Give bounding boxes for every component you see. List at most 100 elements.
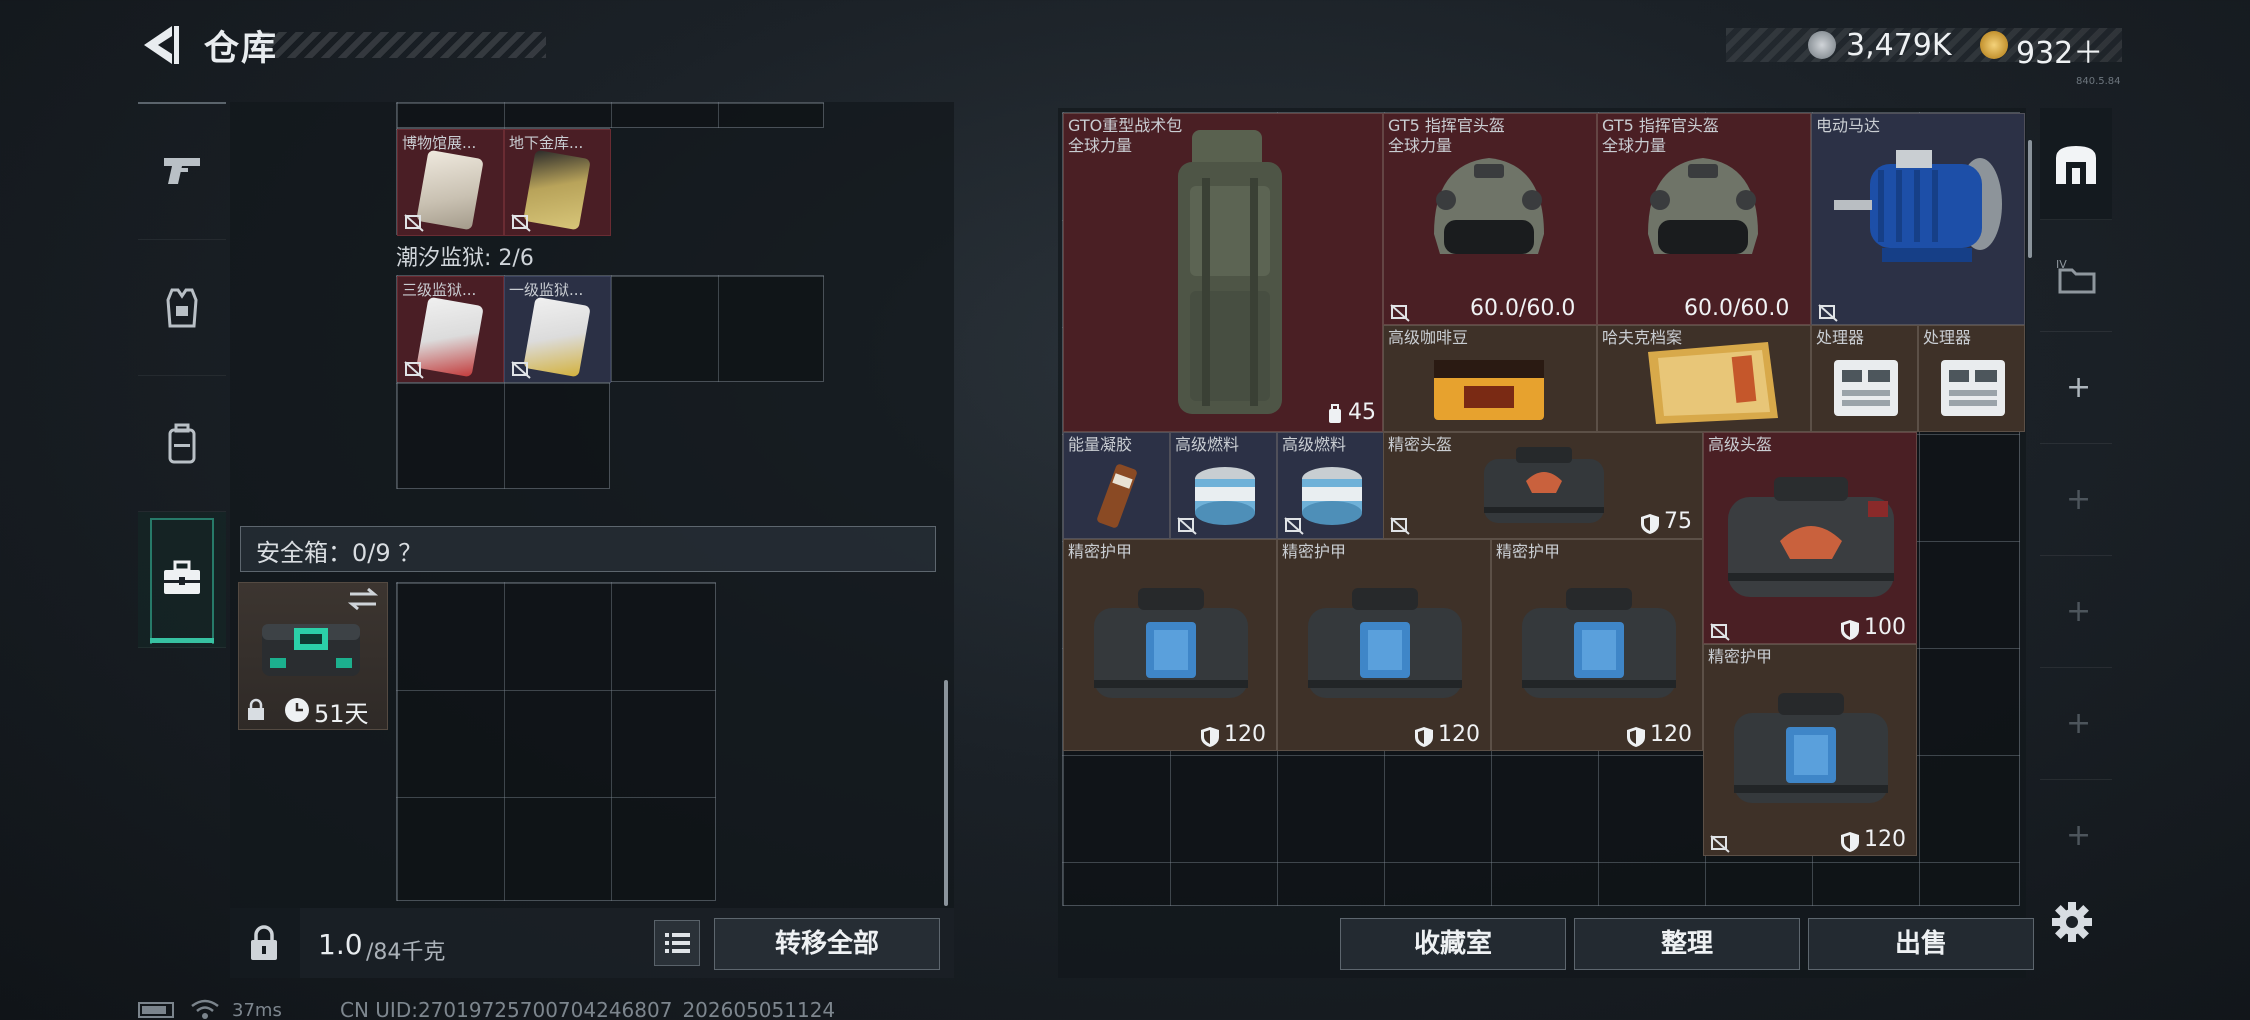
item-coffee-beans[interactable]: 高级咖啡豆 <box>1383 325 1597 432</box>
left-panel-scrollbar[interactable] <box>944 680 948 906</box>
tab-add-4[interactable]: + <box>2040 668 2112 780</box>
keycard-image <box>416 296 484 378</box>
armor-vest-image <box>1308 588 1462 698</box>
item-label: 处理器 <box>1816 328 1865 347</box>
item-haavk-archive[interactable]: 哈夫克档案 <box>1597 325 1811 432</box>
item-durability: 120 <box>1438 722 1480 747</box>
storage-scrollbar[interactable] <box>2028 140 2032 258</box>
folder-icon: IV <box>2056 258 2096 294</box>
coffee-bag-image <box>1434 360 1544 420</box>
shield-icon <box>1641 514 1659 534</box>
item-label: 精密护甲 <box>1068 542 1133 561</box>
item-precision-armor[interactable]: 精密护甲 120 <box>1491 539 1703 751</box>
list-icon <box>665 933 690 953</box>
transfer-all-button[interactable]: 转移全部 <box>714 918 940 970</box>
gold-currency-value[interactable]: 932＋ <box>2016 28 2103 72</box>
item-processor[interactable]: 处理器 <box>1811 325 1918 432</box>
inventory-grid-partial <box>396 102 824 128</box>
document-folder-image <box>1648 342 1778 424</box>
clock-icon <box>285 698 309 722</box>
warehouse-icon <box>2056 146 2096 184</box>
processor-image <box>1834 360 1898 416</box>
safe-box-capacity[interactable]: 安全箱：0/9 ？ <box>256 533 422 568</box>
tab-backpack[interactable] <box>138 376 226 512</box>
swap-icon[interactable] <box>346 586 380 612</box>
safe-box-image <box>262 624 360 676</box>
item-processor[interactable]: 处理器 <box>1918 325 2025 432</box>
keycard-item-museum[interactable]: 博物馆展... <box>397 129 504 236</box>
item-durability: 100 <box>1864 615 1906 640</box>
item-precision-helmet[interactable]: 精密头盔 75 <box>1383 432 1703 539</box>
storage-page-tabs: IV + + + + + <box>2040 108 2112 888</box>
pistol-icon <box>164 158 200 184</box>
no-trade-icon <box>1390 304 1410 322</box>
keycard-item-vault[interactable]: 地下金库... <box>504 129 611 236</box>
keycard-item-prison-1[interactable]: 一级监狱... <box>504 276 611 383</box>
tab-equipment[interactable] <box>138 240 226 376</box>
shield-icon <box>1201 727 1219 747</box>
vest-icon <box>166 288 198 328</box>
tab-add-3[interactable]: + <box>2040 556 2112 668</box>
storage-grid: GTO重型战术包 全球力量 45 GT5 指挥官头盔 全球力量 60.0/60.0 … <box>1062 112 2025 906</box>
organize-button[interactable]: 整理 <box>1574 918 1800 970</box>
no-trade-icon <box>1710 623 1730 641</box>
no-trade-icon <box>404 361 424 379</box>
fuel-can-image <box>1302 467 1362 525</box>
motor-image <box>1834 150 2002 262</box>
wifi-icon <box>191 999 219 1019</box>
armored-bag-image <box>1728 477 1894 597</box>
keycard-image <box>523 149 591 231</box>
safe-box-grid <box>396 582 716 901</box>
tab-weapons[interactable] <box>138 104 226 240</box>
no-trade-icon <box>1390 517 1410 535</box>
item-label: 博物馆展... <box>402 134 477 152</box>
item-electric-motor[interactable]: 电动马达 <box>1811 113 2025 325</box>
no-trade-icon <box>1177 517 1197 535</box>
item-precision-armor[interactable]: 精密护甲 120 <box>1277 539 1491 751</box>
item-label: 三级监狱... <box>402 281 477 299</box>
item-helmet-gt5[interactable]: GT5 指挥官头盔 全球力量 60.0/60.0 <box>1597 113 1811 325</box>
gold-coin-icon[interactable] <box>1980 31 2008 59</box>
armor-vest-image <box>1522 588 1676 698</box>
item-energy-gel[interactable]: 能量凝胶 <box>1063 432 1170 539</box>
tab-add-5[interactable]: + <box>2040 780 2112 892</box>
item-durability: 60.0/60.0 <box>1684 296 1790 321</box>
no-trade-icon <box>1710 835 1730 853</box>
back-button[interactable] <box>138 22 182 68</box>
shield-icon <box>1627 727 1645 747</box>
toolbox-icon <box>164 560 200 594</box>
tab-storage-2[interactable]: IV <box>2040 220 2112 332</box>
item-durability: 60.0/60.0 <box>1470 296 1576 321</box>
fuel-can-image <box>1195 467 1255 525</box>
helmet-image <box>1648 158 1758 254</box>
item-premium-fuel[interactable]: 高级燃料 <box>1170 432 1277 539</box>
safe-box-remaining-days: 51天 <box>314 700 369 728</box>
ping-value: 37ms <box>232 1000 282 1020</box>
backpack-mini-icon <box>1329 404 1341 423</box>
item-backpack-gto[interactable]: GTO重型战术包 全球力量 45 <box>1063 113 1383 432</box>
item-capacity: 45 <box>1348 400 1376 425</box>
item-precision-armor[interactable]: 精密护甲 120 <box>1063 539 1277 751</box>
tab-add-1[interactable]: + <box>2040 332 2112 444</box>
item-durability: 120 <box>1864 827 1906 852</box>
item-label: 一级监狱... <box>509 281 584 299</box>
tab-safe-box[interactable] <box>138 512 226 648</box>
collection-room-button[interactable]: 收藏室 <box>1340 918 1566 970</box>
tab-storage-main[interactable] <box>2040 108 2112 220</box>
keycard-item-prison-3[interactable]: 三级监狱... <box>397 276 504 383</box>
sell-button[interactable]: 出售 <box>1808 918 2034 970</box>
gear-icon[interactable] <box>2050 900 2094 944</box>
item-precision-armor[interactable]: 精密护甲 120 <box>1703 644 1917 856</box>
keycard-grid-prison: 三级监狱... 一级监狱... <box>396 275 824 383</box>
backpack-icon <box>168 423 196 464</box>
title-decoration <box>262 32 546 58</box>
list-view-button[interactable] <box>654 920 700 966</box>
plus-icon: + <box>2066 370 2092 405</box>
item-premium-fuel[interactable]: 高级燃料 <box>1277 432 1384 539</box>
user-uid: CN UID:27019725700704246807_202605051124 <box>340 998 836 1020</box>
item-helmet-gt5[interactable]: GT5 指挥官头盔 全球力量 60.0/60.0 <box>1383 113 1597 325</box>
no-trade-icon <box>404 214 424 232</box>
item-advanced-helmet[interactable]: 高级头盔 100 <box>1703 432 1917 644</box>
tab-add-2[interactable]: + <box>2040 444 2112 556</box>
battery-icon <box>138 1002 174 1018</box>
